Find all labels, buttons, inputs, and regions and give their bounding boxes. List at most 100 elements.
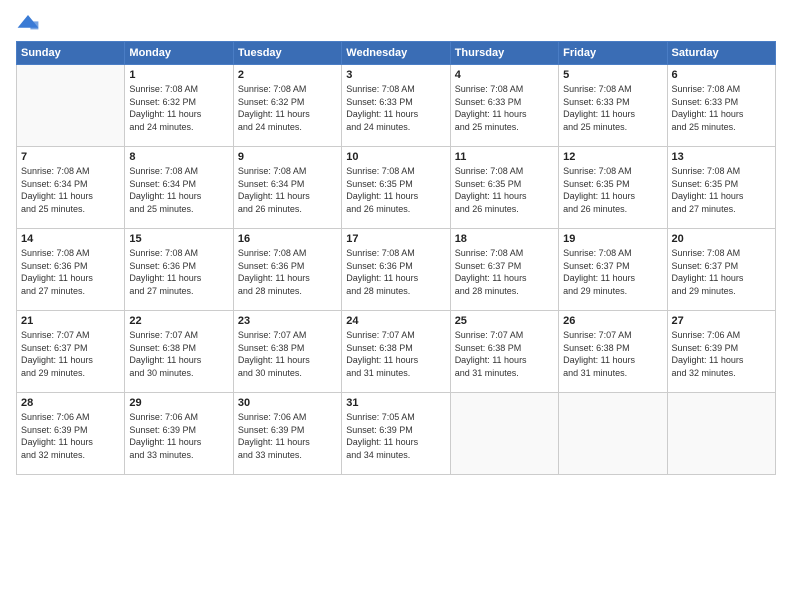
calendar-cell: 24 Sunrise: 7:07 AM Sunset: 6:38 PM Dayli… — [342, 311, 450, 393]
cell-info: Sunrise: 7:08 AM Sunset: 6:35 PM Dayligh… — [455, 165, 554, 215]
day-number: 1 — [129, 69, 228, 81]
cell-info: Sunrise: 7:05 AM Sunset: 6:39 PM Dayligh… — [346, 411, 445, 461]
cell-info: Sunrise: 7:08 AM Sunset: 6:33 PM Dayligh… — [563, 83, 662, 133]
cell-info: Sunrise: 7:08 AM Sunset: 6:34 PM Dayligh… — [238, 165, 337, 215]
calendar-header: SundayMondayTuesdayWednesdayThursdayFrid… — [17, 42, 776, 65]
day-number: 30 — [238, 397, 337, 409]
cell-info: Sunrise: 7:07 AM Sunset: 6:38 PM Dayligh… — [129, 329, 228, 379]
cell-info: Sunrise: 7:06 AM Sunset: 6:39 PM Dayligh… — [238, 411, 337, 461]
calendar-cell: 10 Sunrise: 7:08 AM Sunset: 6:35 PM Dayli… — [342, 147, 450, 229]
cell-info: Sunrise: 7:08 AM Sunset: 6:32 PM Dayligh… — [238, 83, 337, 133]
day-number: 26 — [563, 315, 662, 327]
cell-info: Sunrise: 7:08 AM Sunset: 6:36 PM Dayligh… — [21, 247, 120, 297]
cell-info: Sunrise: 7:06 AM Sunset: 6:39 PM Dayligh… — [21, 411, 120, 461]
day-number: 13 — [672, 151, 771, 163]
day-number: 2 — [238, 69, 337, 81]
calendar-cell: 30 Sunrise: 7:06 AM Sunset: 6:39 PM Dayli… — [233, 393, 341, 475]
day-number: 6 — [672, 69, 771, 81]
calendar-cell: 11 Sunrise: 7:08 AM Sunset: 6:35 PM Dayli… — [450, 147, 558, 229]
day-number: 14 — [21, 233, 120, 245]
week-row-1: 1 Sunrise: 7:08 AM Sunset: 6:32 PM Daylig… — [17, 65, 776, 147]
day-number: 9 — [238, 151, 337, 163]
day-number: 11 — [455, 151, 554, 163]
calendar-cell: 21 Sunrise: 7:07 AM Sunset: 6:37 PM Dayli… — [17, 311, 125, 393]
calendar-cell: 6Sunrise: 7:08 AM Sunset: 6:33 PM Daylig… — [667, 65, 775, 147]
cell-info: Sunrise: 7:07 AM Sunset: 6:38 PM Dayligh… — [346, 329, 445, 379]
cell-info: Sunrise: 7:08 AM Sunset: 6:35 PM Dayligh… — [672, 165, 771, 215]
calendar-cell: 18Sunrise: 7:08 AM Sunset: 6:37 PM Dayli… — [450, 229, 558, 311]
calendar-table: SundayMondayTuesdayWednesdayThursdayFrid… — [16, 41, 776, 475]
day-number: 29 — [129, 397, 228, 409]
header-cell-sunday: Sunday — [17, 42, 125, 65]
cell-info: Sunrise: 7:08 AM Sunset: 6:34 PM Dayligh… — [21, 165, 120, 215]
header-cell-tuesday: Tuesday — [233, 42, 341, 65]
header-cell-thursday: Thursday — [450, 42, 558, 65]
calendar-cell: 28 Sunrise: 7:06 AM Sunset: 6:39 PM Dayli… — [17, 393, 125, 475]
day-number: 17 — [346, 233, 445, 245]
day-number: 4 — [455, 69, 554, 81]
calendar-cell — [17, 65, 125, 147]
calendar-cell: 19Sunrise: 7:08 AM Sunset: 6:37 PM Dayli… — [559, 229, 667, 311]
cell-info: Sunrise: 7:08 AM Sunset: 6:33 PM Dayligh… — [455, 83, 554, 133]
calendar-cell: 20 Sunrise: 7:08 AM Sunset: 6:37 PM Dayli… — [667, 229, 775, 311]
header-cell-friday: Friday — [559, 42, 667, 65]
day-number: 21 — [21, 315, 120, 327]
calendar-cell: 27Sunrise: 7:06 AM Sunset: 6:39 PM Dayli… — [667, 311, 775, 393]
day-number: 31 — [346, 397, 445, 409]
calendar-cell — [667, 393, 775, 475]
cell-info: Sunrise: 7:06 AM Sunset: 6:39 PM Dayligh… — [672, 329, 771, 379]
cell-info: Sunrise: 7:08 AM Sunset: 6:32 PM Dayligh… — [129, 83, 228, 133]
week-row-4: 21 Sunrise: 7:07 AM Sunset: 6:37 PM Dayli… — [17, 311, 776, 393]
calendar-cell: 4 Sunrise: 7:08 AM Sunset: 6:33 PM Daylig… — [450, 65, 558, 147]
week-row-2: 7 Sunrise: 7:08 AM Sunset: 6:34 PM Daylig… — [17, 147, 776, 229]
header-cell-saturday: Saturday — [667, 42, 775, 65]
calendar-cell — [450, 393, 558, 475]
day-number: 23 — [238, 315, 337, 327]
header-cell-wednesday: Wednesday — [342, 42, 450, 65]
logo — [16, 12, 44, 33]
calendar-cell: 25 Sunrise: 7:07 AM Sunset: 6:38 PM Dayli… — [450, 311, 558, 393]
calendar-cell: 22 Sunrise: 7:07 AM Sunset: 6:38 PM Dayli… — [125, 311, 233, 393]
day-number: 28 — [21, 397, 120, 409]
calendar-cell: 3 Sunrise: 7:08 AM Sunset: 6:33 PM Daylig… — [342, 65, 450, 147]
cell-info: Sunrise: 7:07 AM Sunset: 6:38 PM Dayligh… — [455, 329, 554, 379]
day-number: 24 — [346, 315, 445, 327]
calendar-cell: 1 Sunrise: 7:08 AM Sunset: 6:32 PM Daylig… — [125, 65, 233, 147]
header — [16, 12, 776, 33]
calendar-cell: 5Sunrise: 7:08 AM Sunset: 6:33 PM Daylig… — [559, 65, 667, 147]
day-number: 15 — [129, 233, 228, 245]
calendar-body: 1 Sunrise: 7:08 AM Sunset: 6:32 PM Daylig… — [17, 65, 776, 475]
calendar-cell: 23Sunrise: 7:07 AM Sunset: 6:38 PM Dayli… — [233, 311, 341, 393]
week-row-5: 28 Sunrise: 7:06 AM Sunset: 6:39 PM Dayli… — [17, 393, 776, 475]
day-number: 22 — [129, 315, 228, 327]
cell-info: Sunrise: 7:08 AM Sunset: 6:33 PM Dayligh… — [346, 83, 445, 133]
calendar-cell: 13 Sunrise: 7:08 AM Sunset: 6:35 PM Dayli… — [667, 147, 775, 229]
logo-icon — [16, 13, 40, 33]
day-number: 3 — [346, 69, 445, 81]
cell-info: Sunrise: 7:08 AM Sunset: 6:35 PM Dayligh… — [346, 165, 445, 215]
cell-info: Sunrise: 7:06 AM Sunset: 6:39 PM Dayligh… — [129, 411, 228, 461]
calendar-cell: 31 Sunrise: 7:05 AM Sunset: 6:39 PM Dayli… — [342, 393, 450, 475]
day-number: 19 — [563, 233, 662, 245]
cell-info: Sunrise: 7:07 AM Sunset: 6:38 PM Dayligh… — [563, 329, 662, 379]
calendar-cell: 15 Sunrise: 7:08 AM Sunset: 6:36 PM Dayli… — [125, 229, 233, 311]
cell-info: Sunrise: 7:08 AM Sunset: 6:37 PM Dayligh… — [672, 247, 771, 297]
day-number: 16 — [238, 233, 337, 245]
day-number: 7 — [21, 151, 120, 163]
calendar-cell: 14 Sunrise: 7:08 AM Sunset: 6:36 PM Dayli… — [17, 229, 125, 311]
cell-info: Sunrise: 7:08 AM Sunset: 6:34 PM Dayligh… — [129, 165, 228, 215]
header-row: SundayMondayTuesdayWednesdayThursdayFrid… — [17, 42, 776, 65]
cell-info: Sunrise: 7:08 AM Sunset: 6:37 PM Dayligh… — [455, 247, 554, 297]
cell-info: Sunrise: 7:08 AM Sunset: 6:36 PM Dayligh… — [346, 247, 445, 297]
calendar-cell: 17 Sunrise: 7:08 AM Sunset: 6:36 PM Dayli… — [342, 229, 450, 311]
calendar-cell: 9 Sunrise: 7:08 AM Sunset: 6:34 PM Daylig… — [233, 147, 341, 229]
cell-info: Sunrise: 7:08 AM Sunset: 6:36 PM Dayligh… — [129, 247, 228, 297]
cell-info: Sunrise: 7:08 AM Sunset: 6:36 PM Dayligh… — [238, 247, 337, 297]
day-number: 25 — [455, 315, 554, 327]
cell-info: Sunrise: 7:07 AM Sunset: 6:37 PM Dayligh… — [21, 329, 120, 379]
calendar-cell: 16 Sunrise: 7:08 AM Sunset: 6:36 PM Dayli… — [233, 229, 341, 311]
day-number: 10 — [346, 151, 445, 163]
calendar-cell: 7 Sunrise: 7:08 AM Sunset: 6:34 PM Daylig… — [17, 147, 125, 229]
day-number: 20 — [672, 233, 771, 245]
calendar-cell: 26 Sunrise: 7:07 AM Sunset: 6:38 PM Dayli… — [559, 311, 667, 393]
